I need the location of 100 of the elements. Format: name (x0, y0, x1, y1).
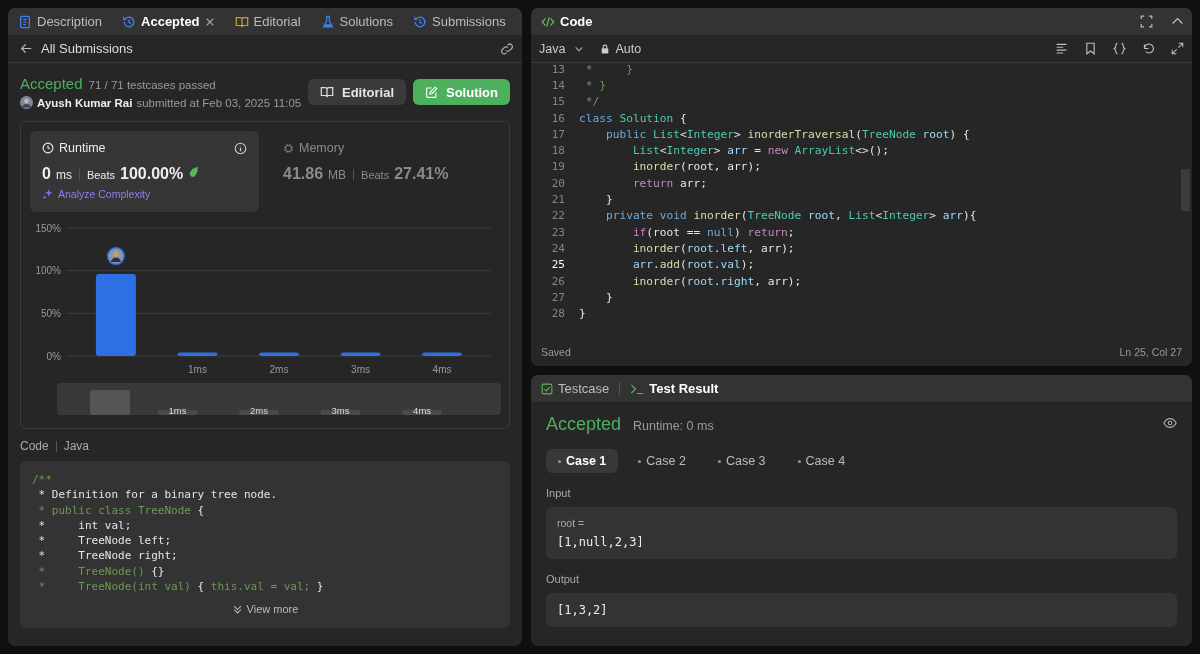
runtime-bar[interactable] (95, 274, 136, 356)
navigator-label: 1ms (168, 405, 187, 416)
line-number: 15 (550, 95, 565, 109)
code-line: * TreeNode() {} (37, 563, 166, 580)
code-line: * TreeNode right; (37, 548, 179, 564)
code-line: arr.add(root.val); (631, 258, 755, 272)
save-status: Saved (541, 346, 571, 358)
panel-tab[interactable]: Submissions (411, 14, 508, 29)
document-icon (18, 14, 32, 29)
chip-icon (283, 142, 294, 154)
runtime-text: Runtime: 0 ms (633, 419, 714, 433)
line-number: 14 (550, 78, 565, 92)
avatar-marker (106, 247, 125, 266)
case-tab[interactable]: Case 2 (626, 449, 698, 473)
axis-label: 150% (35, 222, 61, 234)
panel-tab[interactable]: Solutions (318, 14, 395, 29)
undo-icon[interactable] (1142, 42, 1155, 55)
code-line: inorder(root.left, arr); (631, 241, 795, 255)
code-line: /** (32, 472, 53, 488)
line-number: 25 (550, 258, 565, 272)
submitted-time: submitted at Feb 03, 2025 11:05 (136, 96, 302, 109)
terminal-icon (630, 382, 645, 395)
runtime-bar[interactable] (259, 352, 299, 356)
line-number: 26 (550, 274, 565, 288)
submission-status: Accepted (20, 75, 83, 92)
checkbox-icon (541, 382, 553, 395)
navigator-label: 2ms (250, 405, 268, 416)
editorial-button[interactable]: Editorial (308, 79, 406, 105)
axis-label: 3ms (351, 364, 370, 375)
axis-label: 4ms (432, 364, 452, 375)
variable-name: root = (557, 517, 586, 529)
link-icon[interactable] (500, 41, 514, 56)
line-number: 24 (550, 241, 565, 255)
line-number: 13 (550, 62, 565, 76)
clock-icon (42, 142, 54, 154)
stat-title: Runtime (59, 141, 106, 155)
panel-tab[interactable]: Editorial (232, 14, 303, 29)
format-icon[interactable] (1055, 42, 1068, 55)
auto-mode-toggle[interactable]: Auto (596, 41, 642, 56)
double-chevron-icon (231, 603, 243, 615)
code-line: * } (584, 62, 633, 76)
language-dropdown[interactable]: Java (539, 41, 585, 56)
runtime-bar[interactable] (340, 352, 381, 356)
runtime-bar[interactable] (177, 352, 218, 356)
arrow-left-icon (20, 42, 33, 55)
book-icon (234, 14, 249, 29)
view-more-button[interactable]: View more (32, 603, 498, 615)
code-line: } (604, 193, 613, 206)
history-icon (122, 14, 137, 29)
stat-unit: MB (328, 168, 347, 182)
code-line: * public class TreeNode { (37, 502, 206, 518)
code-line: inorder(root, arr); (631, 160, 761, 174)
code-line: inorder(root.right, arr); (631, 274, 802, 288)
panel-title: Code (539, 14, 595, 29)
language-label: Java (63, 439, 90, 453)
stat-value: 41.86 (283, 165, 324, 183)
sparkle-icon (42, 188, 54, 200)
axis-label: 50% (41, 307, 61, 319)
value-text: [1,3,2] (557, 603, 609, 617)
axis-label: 100% (35, 265, 61, 277)
panel-tab[interactable]: Test Result (628, 381, 721, 396)
stat-card[interactable]: Memory 41.86 MB Beats 27.41% (271, 131, 500, 212)
panel-tab[interactable]: Accepted (120, 14, 217, 29)
panel-tab[interactable]: Description (16, 14, 105, 29)
expand-icon[interactable] (1171, 42, 1184, 55)
stat-card[interactable]: Runtime 0 ms Beats 100.00% Analyze Complexity (30, 131, 259, 212)
line-number: 17 (550, 127, 565, 141)
navigator-label: 3ms (331, 405, 350, 416)
case-tab[interactable]: Case 4 (785, 449, 858, 473)
code-line: * TreeNode(int val) { this.val = val; } (37, 579, 325, 594)
beats-percent: 100.00% (120, 165, 184, 183)
bookmark-icon[interactable] (1084, 42, 1097, 55)
panel-tab[interactable]: Testcase (539, 381, 612, 396)
close-icon[interactable] (204, 16, 215, 27)
axis-label: 0% (46, 350, 61, 362)
code-line: } (604, 290, 613, 304)
beats-label: Beats (361, 169, 390, 181)
code-line: } (579, 307, 586, 321)
code-line: private void inorder(TreeNode root, List<Integer> arr){ (604, 209, 977, 223)
case-tab[interactable]: Case 1 (546, 449, 619, 473)
back-link[interactable]: All Submissions (20, 41, 500, 56)
code-line: class Solution { (579, 111, 687, 125)
avatar-icon (20, 96, 33, 109)
info-icon[interactable] (234, 141, 247, 155)
analyze-complexity-link[interactable]: Analyze Complexity (42, 188, 247, 200)
section-label: Output (546, 573, 581, 585)
axis-label: 2ms (269, 364, 289, 375)
testcases-passed: 71 / 71 testcases passed (88, 79, 216, 91)
eye-icon[interactable] (1163, 416, 1177, 430)
braces-icon[interactable] (1113, 42, 1126, 55)
code-icon (541, 14, 555, 29)
author-name[interactable]: Ayush Kumar Rai (37, 96, 133, 109)
runtime-bar[interactable] (422, 352, 463, 356)
navigator-bar (90, 390, 130, 415)
code-line: return arr; (631, 176, 707, 190)
fullscreen-icon[interactable] (1140, 15, 1153, 28)
code-line: if(root == null) return; (631, 225, 795, 239)
case-tab[interactable]: Case 3 (705, 449, 778, 473)
code-line: * int val; (37, 517, 133, 534)
stat-value: 0 (42, 165, 51, 183)
